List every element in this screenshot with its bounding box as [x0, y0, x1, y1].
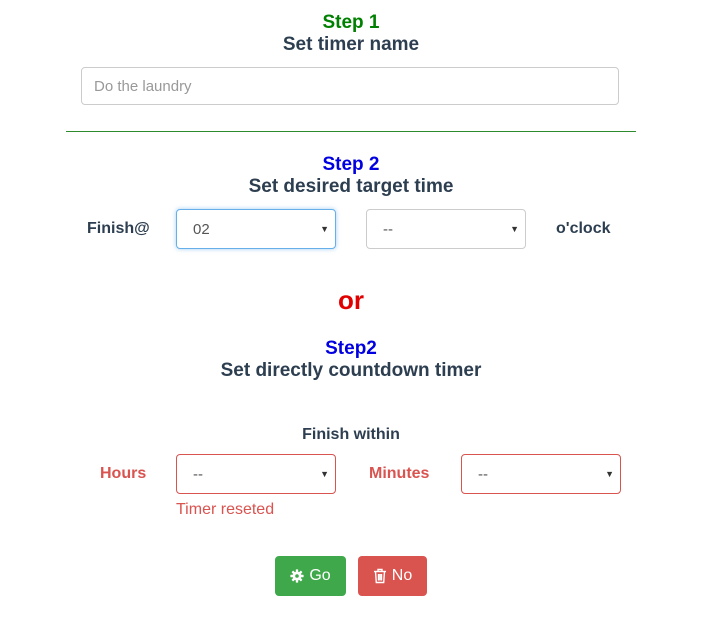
- target-minute-select[interactable]: -- ▼: [366, 209, 526, 249]
- finish-within-label: Finish within: [302, 426, 400, 443]
- minutes-select[interactable]: -- ▼: [461, 454, 621, 494]
- timer-name-placeholder: Do the laundry: [94, 77, 192, 95]
- step2b-subtitle: Set directly countdown timer: [220, 360, 482, 381]
- target-hour-value: 02: [193, 220, 210, 238]
- no-button[interactable]: No: [358, 556, 427, 596]
- hours-select[interactable]: -- ▼: [176, 454, 336, 494]
- timer-name-input[interactable]: Do the laundry: [81, 67, 619, 105]
- step2-subtitle: Set desired target time: [248, 176, 454, 197]
- or-separator: or: [338, 285, 364, 315]
- step2b-title: Step2: [325, 338, 377, 359]
- section-divider: [66, 131, 636, 132]
- step1-subtitle: Set timer name: [282, 34, 420, 55]
- minutes-label: Minutes: [369, 465, 430, 482]
- hours-value: --: [193, 465, 203, 483]
- go-button[interactable]: Go: [275, 556, 346, 596]
- hours-label: Hours: [100, 465, 147, 482]
- chevron-down-icon: ▼: [510, 224, 519, 234]
- chevron-down-icon: ▼: [320, 469, 329, 479]
- step2-title: Step 2: [322, 154, 380, 175]
- go-button-label: Go: [309, 567, 331, 584]
- oclock-label: o'clock: [556, 220, 611, 237]
- timer-error-message: Timer reseted: [176, 501, 275, 518]
- finish-at-label: Finish@: [87, 220, 150, 237]
- minutes-value: --: [478, 465, 488, 483]
- gear-icon: [290, 569, 304, 583]
- no-button-label: No: [391, 567, 413, 584]
- target-hour-select[interactable]: 02 ▼: [176, 209, 336, 249]
- step1-title: Step 1: [322, 12, 380, 33]
- target-minute-value: --: [383, 220, 393, 238]
- trash-icon: [373, 568, 387, 584]
- chevron-down-icon: ▼: [605, 469, 614, 479]
- chevron-down-icon: ▼: [320, 224, 329, 234]
